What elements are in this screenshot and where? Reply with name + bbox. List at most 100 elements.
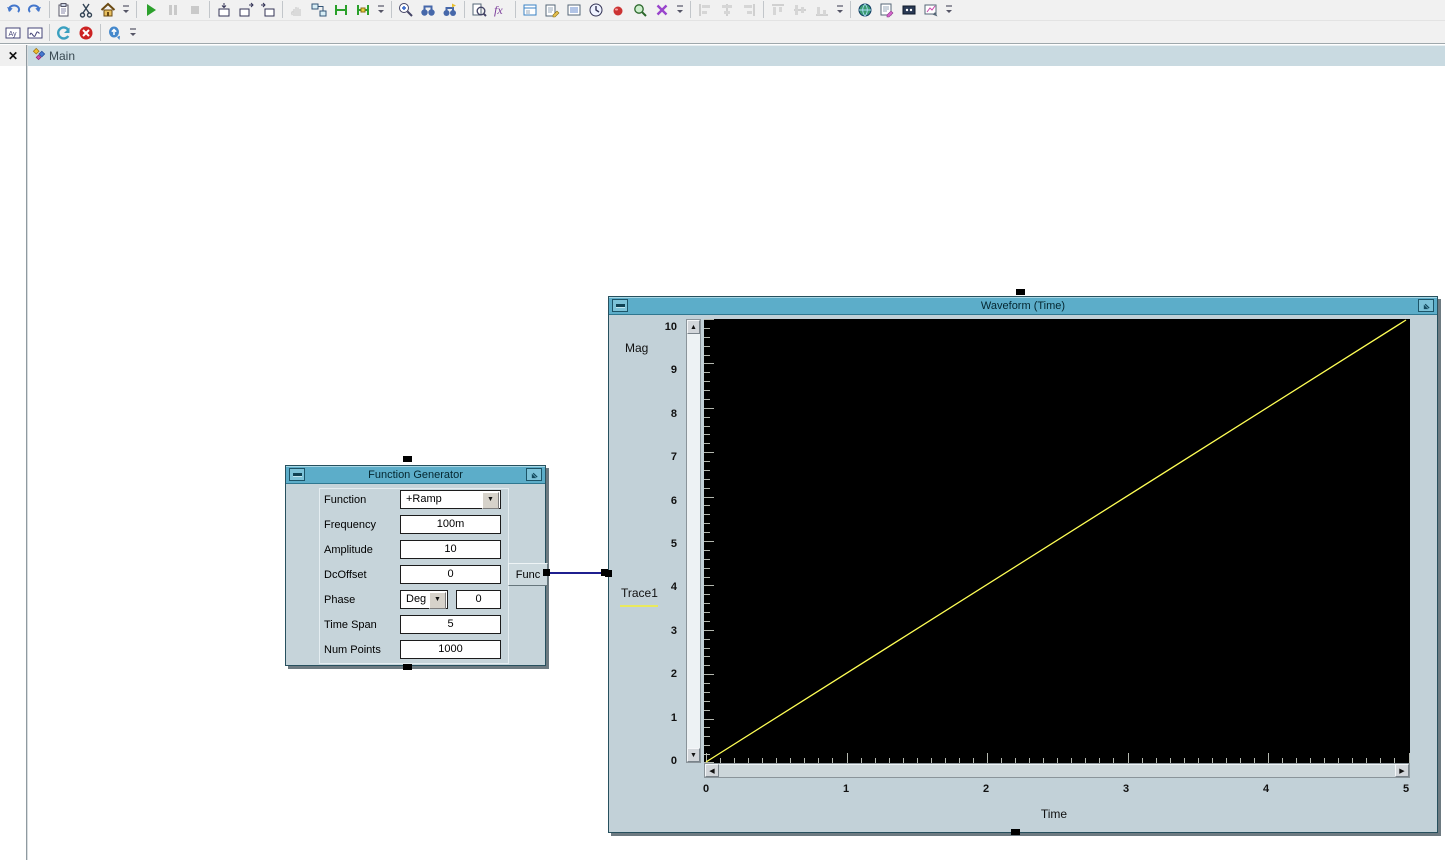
repeat-run-icon[interactable] xyxy=(54,23,74,43)
toolbar-overflow-button[interactable] xyxy=(834,1,845,19)
field-input[interactable]: 0 xyxy=(456,590,501,609)
breakpoint-icon[interactable] xyxy=(608,0,628,20)
field-row: Amplitude10 xyxy=(320,539,508,564)
device-new-icon[interactable] xyxy=(214,0,234,20)
wire-sink-node[interactable] xyxy=(601,569,608,576)
device-in-icon[interactable] xyxy=(236,0,256,20)
waveform-titlebar[interactable]: Waveform (Time) xyxy=(609,297,1437,315)
properties-icon[interactable] xyxy=(542,0,562,20)
chart-link-icon[interactable] xyxy=(921,0,941,20)
scroll-up-button[interactable]: ▲ xyxy=(687,320,700,334)
wave-display-icon[interactable] xyxy=(25,23,45,43)
x-tick-label: 0 xyxy=(686,783,726,795)
toolbar-separator xyxy=(850,1,851,18)
field-label: Phase xyxy=(324,594,355,606)
paste-icon[interactable] xyxy=(54,0,74,20)
device-out-icon[interactable] xyxy=(258,0,278,20)
minimize-button[interactable] xyxy=(612,299,628,312)
field-input[interactable]: 100m xyxy=(400,515,501,534)
align-top-icon xyxy=(768,0,788,20)
resize-handle-fg-top[interactable] xyxy=(403,456,412,462)
field-input[interactable]: 5 xyxy=(400,615,501,634)
field-input[interactable]: 0 xyxy=(400,565,501,584)
toolbar-separator xyxy=(690,1,691,18)
resize-handle-wf-bottom[interactable] xyxy=(1011,829,1020,835)
connect-icon[interactable] xyxy=(309,0,329,20)
field-row: Time Span 5 xyxy=(320,614,508,639)
minimize-button[interactable] xyxy=(289,468,305,481)
toolbar-overflow-button[interactable] xyxy=(943,1,954,19)
y-axis-scrollbar[interactable]: ▲ ▼ xyxy=(686,319,701,763)
find-icon[interactable] xyxy=(418,0,438,20)
y-tick-label: 7 xyxy=(637,450,677,464)
data-wire[interactable] xyxy=(547,572,604,574)
function-builder-icon[interactable]: fx xyxy=(491,0,511,20)
close-panel-button[interactable]: ✕ xyxy=(0,45,26,66)
svg-text:fx: fx xyxy=(494,3,503,17)
form-icon[interactable] xyxy=(520,0,540,20)
scroll-down-button[interactable]: ▼ xyxy=(687,748,700,762)
redo-icon[interactable] xyxy=(25,0,45,20)
function-generator-titlebar[interactable]: Function Generator xyxy=(286,466,545,484)
zoom-in-icon[interactable] xyxy=(396,0,416,20)
web-edit-icon[interactable] xyxy=(877,0,897,20)
dropdown-arrow-icon[interactable]: ▼ xyxy=(482,492,499,509)
function-generator-window[interactable]: Function Generator Function+Ramp▼Frequen… xyxy=(285,465,546,666)
corner-menu-button[interactable] xyxy=(526,468,542,481)
x-tick-label: 2 xyxy=(966,783,1006,795)
fit-horizontal-icon[interactable] xyxy=(331,0,351,20)
scrollbar-track[interactable] xyxy=(719,764,1395,777)
list-icon[interactable] xyxy=(564,0,584,20)
home-icon[interactable] xyxy=(98,0,118,20)
toolbar-separator xyxy=(464,1,465,18)
callout-up-icon[interactable] xyxy=(105,23,125,43)
align-middle-icon xyxy=(790,0,810,20)
field-dropdown[interactable]: Deg▼ xyxy=(400,590,448,609)
field-label: Num Points xyxy=(324,644,381,656)
x-tick-label: 4 xyxy=(1246,783,1286,795)
undo-icon[interactable] xyxy=(3,0,23,20)
view-doc-icon[interactable] xyxy=(469,0,489,20)
waveform-display-window[interactable]: Waveform (Time) Mag Trace1 109876543210 … xyxy=(608,296,1438,833)
y-tick-label: 2 xyxy=(637,667,677,681)
align-center-icon xyxy=(717,0,737,20)
plot-area[interactable] xyxy=(704,319,1410,766)
window-title: Waveform (Time) xyxy=(981,300,1065,312)
stop-x-icon[interactable] xyxy=(76,23,96,43)
dropdown-arrow-icon[interactable]: ▼ xyxy=(429,592,446,609)
x-axis-scrollbar[interactable]: ◀ ▶ xyxy=(704,763,1410,778)
field-label: Time Span xyxy=(324,619,377,631)
clock-icon[interactable] xyxy=(586,0,606,20)
alnum-display-icon[interactable]: Ay xyxy=(3,23,23,43)
y-tick-label: 9 xyxy=(637,363,677,377)
toolbar-overflow-button[interactable] xyxy=(127,24,138,42)
toolbar-overflow-button[interactable] xyxy=(375,1,386,19)
align-right-icon xyxy=(739,0,759,20)
find-next-icon[interactable] xyxy=(440,0,460,20)
fit-width-icon[interactable] xyxy=(353,0,373,20)
y-tick-label: 6 xyxy=(637,494,677,508)
field-dropdown[interactable]: +Ramp▼ xyxy=(400,490,501,509)
svg-text:Ay: Ay xyxy=(9,31,18,38)
run-icon[interactable] xyxy=(141,0,161,20)
toolbar-separator xyxy=(391,1,392,18)
toolbar-overflow-button[interactable] xyxy=(674,1,685,19)
scroll-left-button[interactable]: ◀ xyxy=(705,764,719,777)
watch-icon[interactable] xyxy=(630,0,650,20)
tab-main[interactable]: Main xyxy=(27,45,1445,67)
y-tick-label: 10 xyxy=(637,320,677,334)
display-box-icon[interactable] xyxy=(899,0,919,20)
resize-handle-fg-bottom[interactable] xyxy=(403,664,412,670)
func-output-terminal[interactable]: Func xyxy=(508,563,548,586)
scroll-right-button[interactable]: ▶ xyxy=(1395,764,1409,777)
delete-x-icon[interactable] xyxy=(652,0,672,20)
toolbar-overflow-button[interactable] xyxy=(120,1,131,19)
field-input[interactable]: 10 xyxy=(400,540,501,559)
globe-icon[interactable] xyxy=(855,0,875,20)
stop-icon xyxy=(185,0,205,20)
resize-handle-wf-top[interactable] xyxy=(1016,289,1025,295)
cut-icon[interactable] xyxy=(76,0,96,20)
wire-source-node[interactable] xyxy=(543,569,550,576)
field-input[interactable]: 1000 xyxy=(400,640,501,659)
corner-menu-button[interactable] xyxy=(1418,299,1434,312)
